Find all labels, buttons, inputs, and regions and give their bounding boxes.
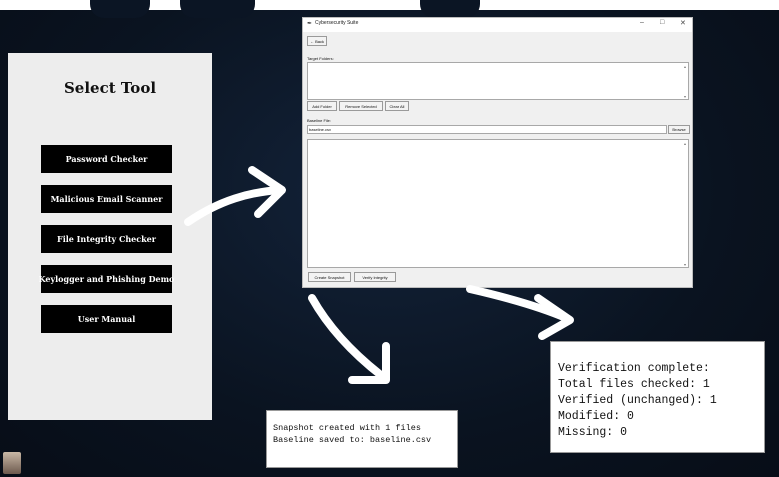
annotation-arrows (184, 166, 574, 384)
arrow-to-snapshot (308, 294, 386, 380)
presenter-avatar (3, 452, 21, 474)
